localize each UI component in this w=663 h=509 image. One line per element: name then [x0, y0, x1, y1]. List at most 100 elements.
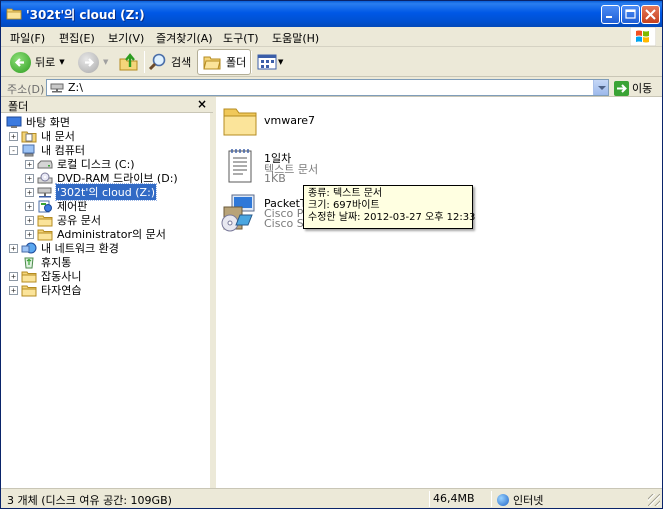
folder-icon	[6, 8, 22, 20]
address-bar: 주소(D) Z:\ 이동	[1, 78, 662, 97]
file-list-pane: vmware7 1일차 텍스트 문서 1KB PacketT Cisco P C…	[216, 97, 662, 488]
menu-help[interactable]: 도움말(H)	[272, 30, 319, 46]
tree-item-recycle-bin[interactable]: 휴지통	[21, 255, 72, 269]
up-folder-button[interactable]	[118, 49, 140, 75]
menu-favorites[interactable]: 즐겨찾기(A)	[156, 30, 213, 46]
forward-arrow-icon	[78, 51, 99, 73]
expand-toggle[interactable]: +	[9, 285, 18, 295]
tree-item-local-disk-c[interactable]: + 로컬 디스크 (C:)	[25, 157, 136, 171]
folders-button[interactable]: 폴더	[197, 49, 252, 75]
close-button[interactable]	[641, 5, 660, 24]
expand-toggle[interactable]: +	[9, 271, 18, 281]
my-computer-icon	[22, 144, 35, 156]
folder-pane-title: 폴더	[8, 100, 29, 113]
views-icon	[257, 54, 277, 70]
menu-tools[interactable]: 도구(T)	[223, 30, 259, 46]
collapse-toggle[interactable]: -	[9, 145, 18, 155]
expand-toggle[interactable]: +	[25, 201, 34, 211]
status-zone-label: 인터넷	[513, 494, 544, 507]
menu-file[interactable]: 파일(F)	[10, 30, 45, 46]
views-button[interactable]: ▼	[257, 49, 283, 75]
status-object-count: 3 개체 (디스크 여유 공간: 109GB)	[7, 494, 172, 507]
file-item-vmware7[interactable]: vmware7	[222, 103, 342, 143]
go-label: 이동	[632, 82, 653, 95]
tree-item-cloud-z[interactable]: + '302t'의 cloud (Z:)	[25, 183, 158, 201]
tree-item-my-documents[interactable]: + 내 문서	[9, 129, 76, 143]
up-folder-icon	[119, 53, 138, 71]
go-arrow-icon	[614, 80, 629, 96]
search-icon	[148, 53, 166, 71]
minimize-icon	[606, 16, 612, 18]
text-document-icon	[228, 149, 252, 183]
control-panel-icon	[38, 200, 52, 212]
status-size: 46,4MB	[433, 492, 475, 505]
tree-item-network-places[interactable]: + 내 네트워크 환경	[9, 241, 120, 255]
expand-toggle[interactable]: +	[25, 215, 34, 225]
folders-icon	[203, 56, 221, 70]
local-disk-icon	[37, 160, 53, 168]
network-drive-icon	[37, 187, 52, 197]
minimize-button[interactable]	[601, 5, 620, 24]
toolbar-separator	[144, 51, 145, 73]
network-drive-icon	[50, 83, 64, 93]
windows-logo-icon	[630, 27, 656, 46]
back-dropdown-icon[interactable]: ▼	[59, 58, 64, 66]
tree-item-desktop[interactable]: 바탕 화면	[6, 115, 71, 129]
tree-item-dvd-drive-d[interactable]: + DVD-RAM 드라이브 (D:)	[25, 171, 179, 185]
desktop-icon	[6, 116, 22, 128]
my-documents-icon	[21, 131, 37, 142]
tree-item-administrator-documents[interactable]: + Administrator의 문서	[25, 227, 167, 241]
expand-toggle[interactable]: +	[25, 187, 34, 197]
shared-folder-icon	[37, 215, 53, 226]
maximize-button[interactable]	[621, 5, 640, 24]
tooltip-type: 종류: 텍스트 문서	[308, 188, 383, 199]
search-label: 검색	[171, 56, 192, 69]
address-input[interactable]: Z:\	[46, 79, 609, 96]
folder-icon	[21, 271, 37, 282]
search-button[interactable]: 검색	[148, 49, 191, 75]
address-label: 주소(D)	[7, 83, 45, 96]
resize-grip[interactable]	[648, 494, 660, 506]
tree-item-typing-practice-folder[interactable]: + 타자연습	[9, 283, 82, 297]
menu-view[interactable]: 보기(V)	[108, 30, 144, 46]
tooltip-size: 크기: 697바이트	[308, 200, 380, 211]
back-arrow-icon	[10, 51, 31, 73]
title-bar[interactable]: '302t'의 cloud (Z:)	[1, 1, 662, 27]
recycle-bin-icon	[24, 257, 34, 268]
tree-item-my-computer[interactable]: - 내 컴퓨터	[9, 143, 86, 157]
tree-item-control-panel[interactable]: + 제어판	[25, 199, 88, 213]
expand-toggle[interactable]: +	[9, 131, 18, 141]
expand-toggle[interactable]: +	[25, 229, 34, 239]
tree-item-label: 타자연습	[41, 284, 82, 297]
forward-button[interactable]: ▼	[78, 49, 108, 75]
status-zone: 인터넷	[493, 491, 543, 507]
tooltip-date: 수정한 날짜: 2012-03-27 오후 12:33	[308, 212, 476, 223]
expand-toggle[interactable]: +	[25, 173, 34, 183]
file-name: vmware7	[264, 114, 316, 127]
go-button[interactable]: 이동	[614, 80, 652, 96]
close-icon	[645, 9, 656, 20]
views-dropdown-icon[interactable]: ▼	[278, 58, 283, 66]
tree-item-shared-documents[interactable]: + 공유 문서	[25, 213, 102, 227]
folder-pane: 폴더 × 바탕 화면 + 내 문서 - 내 컴퓨터 + 로컬 디스크 (C:) …	[1, 97, 213, 488]
expand-toggle[interactable]: +	[9, 243, 18, 253]
folder-icon	[21, 285, 37, 296]
tree-item-misc-folder[interactable]: + 잡동사니	[9, 269, 82, 283]
folder-icon	[37, 229, 53, 240]
file-line3: Cisco S	[264, 217, 304, 230]
file-size: 1KB	[264, 172, 286, 185]
installer-icon	[221, 194, 255, 232]
address-dropdown-button[interactable]	[593, 80, 608, 95]
expand-toggle[interactable]: +	[25, 159, 34, 169]
explorer-window: '302t'의 cloud (Z:) 파일(F) 편집(E) 보기(V) 즐겨찾…	[0, 0, 663, 509]
toolbar-separator	[251, 51, 252, 73]
close-folder-pane-button[interactable]: ×	[197, 97, 207, 111]
folder-icon	[223, 108, 257, 136]
folders-label: 폴더	[226, 56, 247, 69]
file-item-day1-text[interactable]: 1일차 텍스트 문서 1KB	[222, 145, 352, 187]
standard-toolbar: 뒤로 ▼ ▼ 검색 폴더 ▼	[1, 47, 662, 77]
back-button[interactable]: 뒤로 ▼	[10, 49, 65, 75]
menu-edit[interactable]: 편집(E)	[59, 30, 95, 46]
forward-dropdown-icon[interactable]: ▼	[103, 58, 108, 66]
network-places-icon	[21, 242, 37, 253]
